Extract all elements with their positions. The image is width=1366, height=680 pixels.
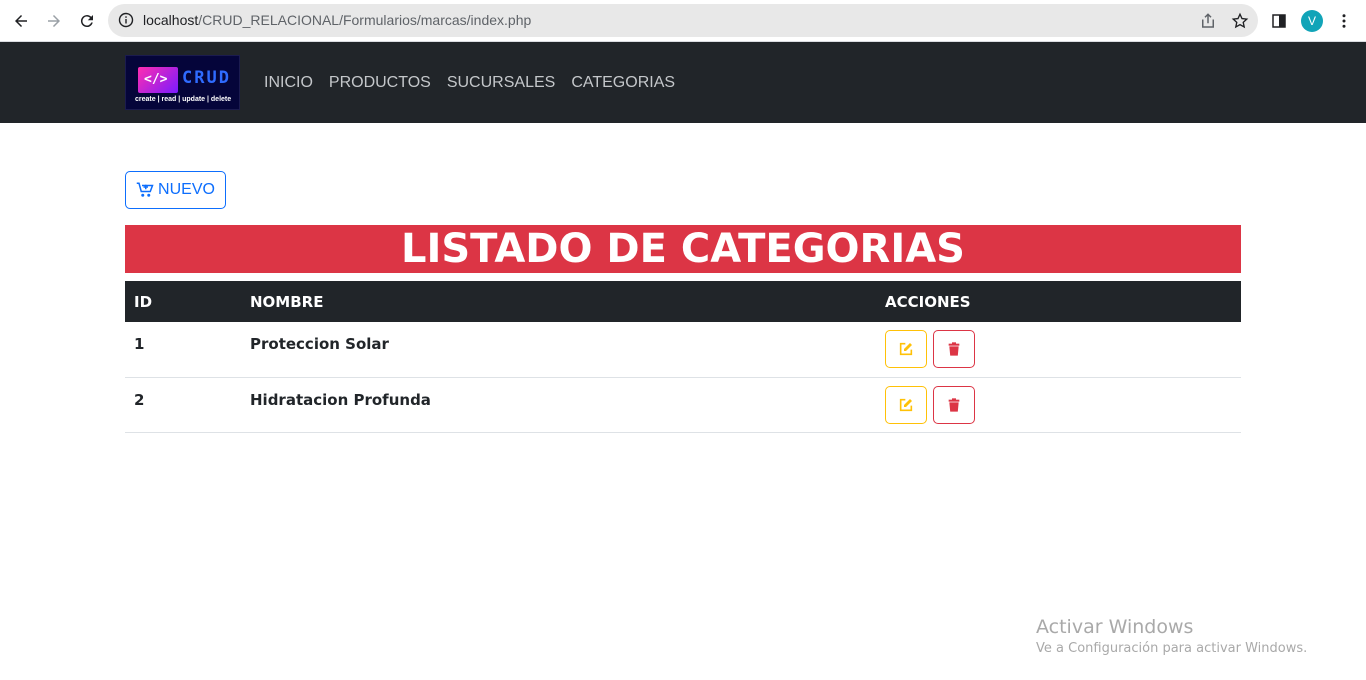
watermark-title: Activar Windows <box>1036 616 1194 638</box>
code-icon: </> <box>138 67 178 93</box>
nav-links: INICIO PRODUCTOS SUCURSALES CATEGORIAS <box>264 74 675 92</box>
delete-button[interactable] <box>933 330 976 369</box>
trash-icon <box>948 342 960 356</box>
logo-tagline: create | read | update | delete <box>135 96 232 103</box>
edit-button[interactable] <box>885 330 927 369</box>
bookmark-star-icon[interactable] <box>1231 12 1249 30</box>
new-button-label: NUEVO <box>158 181 215 198</box>
header-id: ID <box>125 281 241 322</box>
row-name: Hidratacion Profunda <box>241 377 876 433</box>
row-id: 2 <box>125 377 241 433</box>
windows-activation-watermark: Activar Windows Ve a Configuración para … <box>1036 616 1307 656</box>
new-button[interactable]: NUEVO <box>125 171 226 209</box>
header-name: NOMBRE <box>241 281 876 322</box>
forward-icon[interactable] <box>42 9 66 33</box>
nav-link-productos[interactable]: PRODUCTOS <box>329 74 431 92</box>
row-actions <box>876 322 1241 378</box>
logo-title: CRUD <box>182 68 231 88</box>
cart-plus-icon <box>136 182 154 197</box>
nav-link-inicio[interactable]: INICIO <box>264 74 313 92</box>
table-header-row: ID NOMBRE ACCIONES <box>125 281 1241 322</box>
row-id: 1 <box>125 322 241 378</box>
trash-icon <box>948 397 960 412</box>
share-icon[interactable] <box>1199 12 1217 30</box>
edit-icon <box>899 343 913 356</box>
row-name: Proteccion Solar <box>241 322 876 378</box>
url-text: localhost/CRUD_RELACIONAL/Formularios/ma… <box>143 12 532 28</box>
edit-icon <box>899 398 913 411</box>
categories-table: ID NOMBRE ACCIONES 1 Proteccion Solar 2 … <box>125 281 1241 433</box>
row-actions <box>876 377 1241 433</box>
info-icon[interactable] <box>118 12 134 28</box>
nav-link-categorias[interactable]: CATEGORIAS <box>571 74 675 92</box>
browser-toolbar: localhost/CRUD_RELACIONAL/Formularios/ma… <box>0 0 1366 42</box>
side-panel-icon[interactable] <box>1267 9 1291 33</box>
nav-link-sucursales[interactable]: SUCURSALES <box>447 74 555 92</box>
watermark-subtitle: Ve a Configuración para activar Windows. <box>1036 641 1308 656</box>
header-actions: ACCIONES <box>876 281 1241 322</box>
menu-dots-icon[interactable] <box>1332 9 1356 33</box>
back-icon[interactable] <box>9 9 33 33</box>
crud-logo[interactable]: </> CRUD create | read | update | delete <box>125 55 240 110</box>
app-navbar: </> CRUD create | read | update | delete… <box>0 42 1366 123</box>
profile-avatar[interactable]: V <box>1301 10 1323 32</box>
table-row: 2 Hidratacion Profunda <box>125 377 1241 433</box>
delete-button[interactable] <box>933 385 976 424</box>
page-title: LISTADO DE CATEGORIAS <box>125 225 1241 273</box>
reload-icon[interactable] <box>75 9 99 33</box>
table-row: 1 Proteccion Solar <box>125 322 1241 378</box>
edit-button[interactable] <box>885 385 927 424</box>
address-bar[interactable]: localhost/CRUD_RELACIONAL/Formularios/ma… <box>108 4 1258 37</box>
